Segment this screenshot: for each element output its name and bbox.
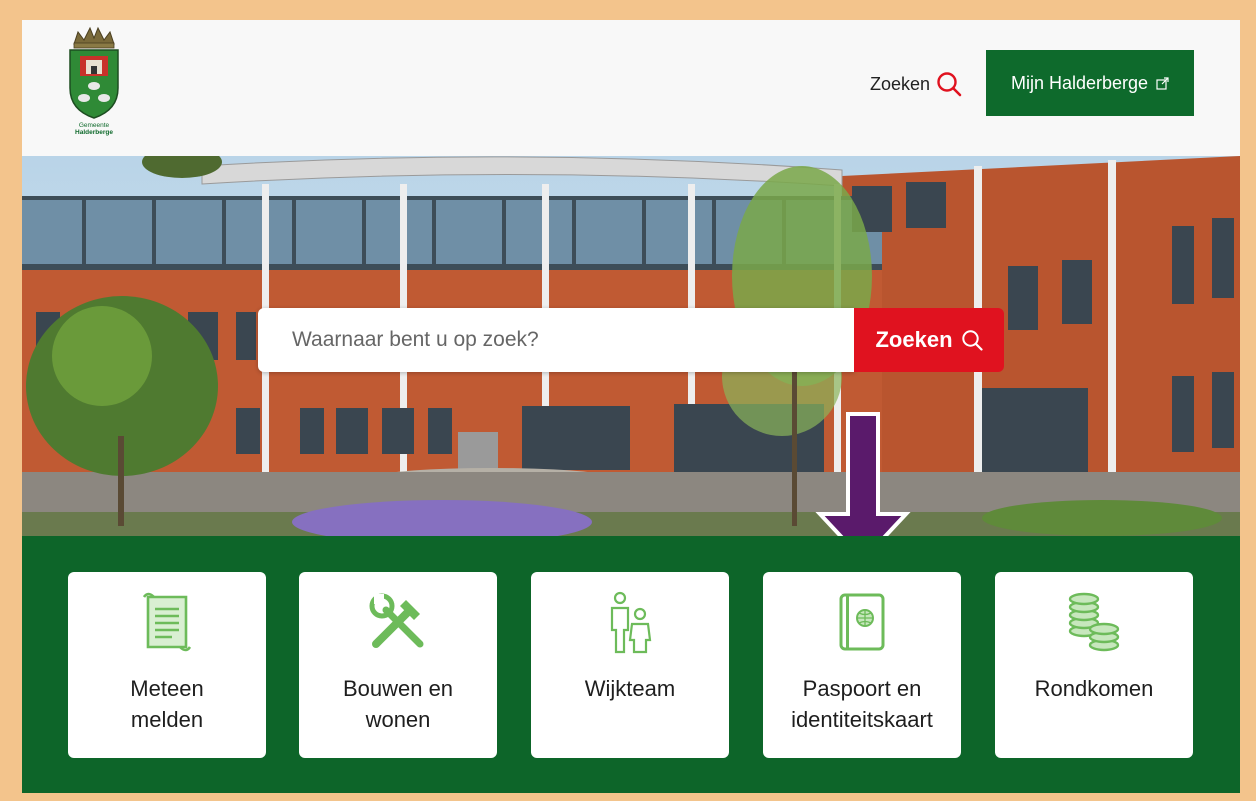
hero-banner: Zoeken — [22, 156, 1240, 536]
tile-rondkomen[interactable]: Rondkomen — [995, 572, 1193, 758]
search-icon — [937, 72, 962, 97]
tile-label: Rondkomen — [995, 673, 1193, 704]
tools-icon — [369, 593, 424, 648]
mijn-halderberge-button[interactable]: Mijn Halderberge — [986, 50, 1194, 116]
site-search-input[interactable] — [292, 328, 854, 352]
tile-label-line-1: Wijkteam — [584, 676, 676, 701]
tile-label-line-2: identiteitskaart — [791, 707, 933, 732]
tile-label: Paspoort en identiteitskaart — [763, 673, 961, 735]
tile-label-line-2: wonen — [365, 707, 431, 732]
tile-label-line-1: Rondkomen — [1034, 676, 1154, 701]
logo-line-2: Halderberge — [75, 129, 113, 136]
logo-wordmark: Gemeente Halderberge — [64, 122, 124, 136]
tile-label-line-1: Bouwen en — [342, 676, 454, 701]
search-icon — [961, 330, 983, 351]
mijn-halderberge-label: Mijn Halderberge — [1010, 72, 1149, 93]
logo-line-1: Gemeente — [78, 122, 110, 129]
external-link-icon — [1156, 76, 1169, 90]
tile-label-line-1: Paspoort en — [802, 676, 922, 701]
site-search-button-label: Zoeken — [875, 327, 953, 352]
site-search-field[interactable] — [258, 308, 854, 372]
tile-paspoort-en-identiteitskaart[interactable]: Paspoort en identiteitskaart — [763, 572, 961, 758]
topics-section: Meteen melden Bouwen en wonen Wijkteam P… — [22, 536, 1240, 793]
tile-label: Bouwen en wonen — [299, 673, 497, 735]
municipality-logo[interactable]: Gemeente Halderberge — [64, 26, 124, 144]
passport-icon — [839, 593, 885, 651]
tile-label-line-1: Meteen — [130, 676, 204, 701]
page-frame: Gemeente Halderberge Zoeken Mijn Halderb… — [22, 20, 1240, 793]
coins-icon — [1068, 592, 1120, 652]
tile-bouwen-en-wonen[interactable]: Bouwen en wonen — [299, 572, 497, 758]
people-icon — [610, 591, 652, 654]
site-header: Gemeente Halderberge Zoeken Mijn Halderb… — [22, 20, 1240, 156]
header-search-label: Zoeken — [870, 73, 931, 94]
coat-of-arms-icon — [69, 26, 119, 119]
tile-label: Wijkteam — [531, 673, 729, 704]
header-search-link[interactable]: Zoeken — [870, 70, 962, 98]
tile-label: Meteen melden — [68, 673, 266, 735]
site-search-button[interactable]: Zoeken — [854, 308, 1004, 372]
scroll-icon — [142, 592, 192, 652]
tile-wijkteam[interactable]: Wijkteam — [531, 572, 729, 758]
tile-meteen-melden[interactable]: Meteen melden — [68, 572, 266, 758]
tile-label-line-2: melden — [130, 707, 204, 732]
